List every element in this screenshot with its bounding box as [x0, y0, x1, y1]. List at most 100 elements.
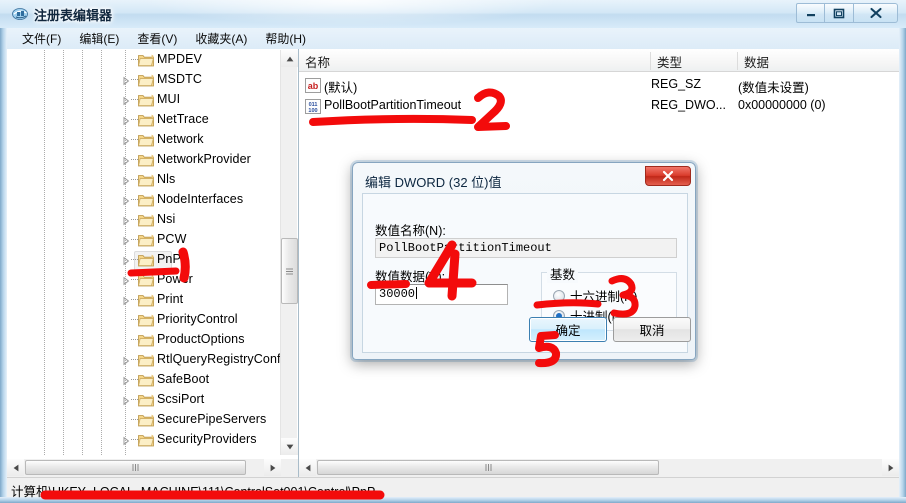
tree-expander[interactable] — [121, 355, 131, 366]
value-type: REG_DWO... — [651, 98, 727, 112]
radio-hexadecimal[interactable]: 十六进制(H) — [553, 286, 637, 305]
chevron-down-icon — [286, 444, 293, 449]
folder-icon — [138, 173, 154, 187]
tree-item-label: Nls — [157, 172, 176, 186]
chevron-left-icon — [305, 464, 310, 471]
tree-expander[interactable] — [121, 255, 131, 266]
scroll-up-button[interactable] — [281, 50, 298, 67]
tree-item-networkprovider[interactable]: NetworkProvider — [7, 150, 281, 170]
tree-item-mui[interactable]: MUI — [7, 90, 281, 110]
values-column-header: 名称 类型 数据 — [299, 49, 899, 72]
list-row[interactable]: ab (默认) REG_SZ (数值未设置) — [299, 75, 899, 96]
tree-horizontal-scrollbar[interactable] — [7, 459, 298, 477]
tree-expander[interactable] — [121, 395, 131, 406]
tree-item-network[interactable]: Network — [7, 130, 281, 150]
tree-expander[interactable] — [121, 275, 131, 286]
tree-connector — [131, 79, 138, 81]
tree-item-rtlqueryregistryconfi[interactable]: RtlQueryRegistryConfi — [7, 350, 281, 370]
folder-icon — [138, 174, 154, 187]
tree-expander[interactable] — [121, 435, 131, 446]
cancel-button[interactable]: 取消 — [613, 317, 691, 342]
folder-icon — [138, 334, 154, 347]
maximize-button[interactable] — [825, 3, 854, 23]
chevron-left-icon — [13, 464, 18, 471]
tree-item-label: RtlQueryRegistryConfi — [157, 352, 281, 366]
column-header-name[interactable]: 名称 — [299, 52, 651, 70]
tree-item-power[interactable]: Power — [7, 270, 281, 290]
tree-hscroll-thumb[interactable] — [25, 460, 246, 475]
folder-icon — [138, 133, 154, 147]
tree-item-label: SecurityProviders — [157, 432, 257, 446]
minimize-button[interactable] — [796, 3, 825, 23]
close-button[interactable] — [854, 3, 898, 23]
menu-item-edit[interactable]: 编辑(E) — [70, 28, 128, 50]
values-hscroll-thumb[interactable] — [317, 460, 659, 475]
folder-icon — [138, 314, 154, 327]
tree-item-mpdev[interactable]: MPDEV — [7, 50, 281, 70]
data-value-input[interactable]: 30000 — [375, 284, 508, 305]
tree-connector — [131, 379, 138, 381]
tree-item-nsi[interactable]: Nsi — [7, 210, 281, 230]
tree-item-pcw[interactable]: PCW — [7, 230, 281, 250]
tree-item-securityproviders[interactable]: SecurityProviders — [7, 430, 281, 450]
svg-text:ab: ab — [308, 81, 319, 91]
values-horizontal-scrollbar[interactable] — [299, 459, 899, 477]
tree-expander[interactable] — [121, 375, 131, 386]
column-header-data[interactable]: 数据 — [738, 52, 899, 70]
tree-expander[interactable] — [121, 155, 131, 166]
folder-icon — [138, 394, 154, 407]
scroll-left-button[interactable] — [7, 459, 24, 476]
expand-arrow-icon — [123, 276, 130, 286]
tree-expander[interactable] — [121, 235, 131, 246]
value-data: 0x00000000 (0) — [738, 98, 826, 112]
tree-expander[interactable] — [121, 215, 131, 226]
tree-item-productoptions[interactable]: ProductOptions — [7, 330, 281, 350]
text-caret — [416, 287, 418, 299]
folder-icon — [138, 254, 154, 267]
registry-tree[interactable]: MPDEV MSDTC MUI NetTrace Network NetworkProvi… — [7, 50, 281, 455]
tree-expander[interactable] — [121, 115, 131, 126]
tree-item-nls[interactable]: Nls — [7, 170, 281, 190]
tree-expander[interactable] — [121, 135, 131, 146]
tree-item-safeboot[interactable]: SafeBoot — [7, 370, 281, 390]
chevron-right-icon — [270, 464, 275, 471]
scroll-left-button[interactable] — [299, 459, 316, 476]
tree-expander[interactable] — [121, 295, 131, 306]
folder-icon — [138, 113, 154, 127]
tree-vertical-scrollbar[interactable] — [280, 50, 298, 455]
tree-item-nodeinterfaces[interactable]: NodeInterfaces — [7, 190, 281, 210]
tree-item-label: Network — [157, 132, 204, 146]
tree-expander[interactable] — [121, 195, 131, 206]
dialog-close-button[interactable] — [645, 166, 691, 186]
tree-item-label: NetworkProvider — [157, 152, 251, 166]
tree-expander[interactable] — [121, 75, 131, 86]
tree-expander[interactable] — [121, 175, 131, 186]
grip-icon — [132, 464, 139, 471]
menu-item-favorites[interactable]: 收藏夹(A) — [186, 28, 256, 50]
folder-icon — [138, 194, 154, 207]
scroll-down-button[interactable] — [281, 438, 298, 455]
scroll-right-button[interactable] — [264, 459, 281, 476]
menu-item-file[interactable]: 文件(F) — [13, 28, 70, 50]
column-header-type[interactable]: 类型 — [651, 52, 738, 70]
expand-arrow-icon — [123, 196, 130, 206]
tree-item-nettrace[interactable]: NetTrace — [7, 110, 281, 130]
tree-connector — [131, 279, 138, 281]
tree-item-pnp[interactable]: PnP — [7, 250, 281, 271]
ok-button[interactable]: 确定 — [529, 317, 607, 342]
scroll-right-button[interactable] — [882, 459, 899, 476]
tree-item-print[interactable]: Print — [7, 290, 281, 310]
tree-item-securepipeservers[interactable]: SecurePipeServers — [7, 410, 281, 430]
value-name-label: 数值名称(N): — [375, 224, 446, 238]
menu-item-help[interactable]: 帮助(H) — [256, 28, 315, 50]
tree-expander[interactable] — [121, 95, 131, 106]
tree-item-label: MUI — [157, 92, 181, 106]
tree-scrollbar-thumb[interactable] — [281, 238, 298, 304]
list-row[interactable]: 011 100 PollBootPartitionTimeout REG_DWO… — [299, 96, 899, 117]
tree-item-prioritycontrol[interactable]: PriorityControl — [7, 310, 281, 330]
tree-item-scsiport[interactable]: ScsiPort — [7, 390, 281, 410]
tree-item-label: MPDEV — [157, 52, 202, 66]
tree-item-msdtc[interactable]: MSDTC — [7, 70, 281, 90]
value-name-input[interactable]: PollBootPartitionTimeout — [375, 238, 677, 258]
menu-item-view[interactable]: 查看(V) — [128, 28, 186, 50]
